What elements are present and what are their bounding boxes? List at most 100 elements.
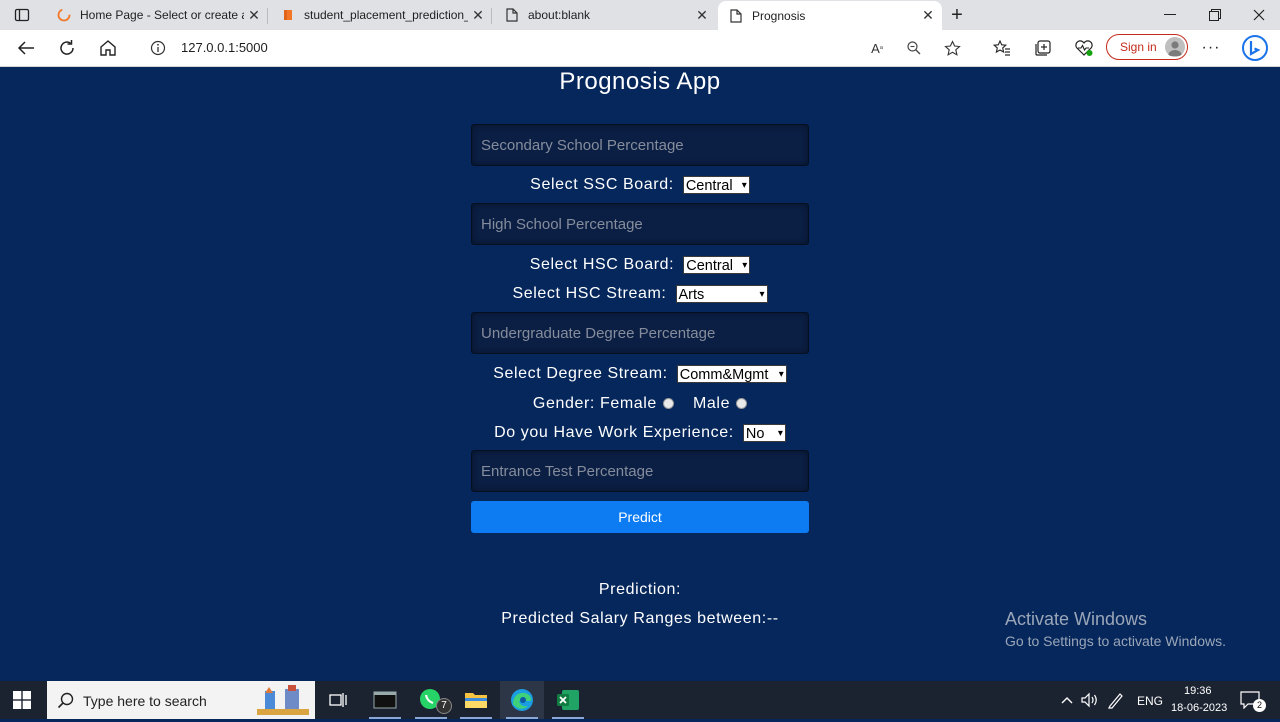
collections-button[interactable] (1029, 34, 1057, 62)
pen-button[interactable] (1105, 681, 1127, 719)
taskbar: Type here to search 7 ENG 19:36 18-06-20… (0, 681, 1280, 719)
clock-time[interactable]: 19:36 (1184, 685, 1212, 697)
plus-icon: + (951, 3, 963, 26)
task-view-icon (329, 693, 347, 707)
hsc-stream-label: Select HSC Stream: (512, 285, 667, 302)
tab-prognosis[interactable]: Prognosis ✕ (718, 1, 942, 30)
tab-notebook[interactable]: student_placement_prediction_fi ✕ (270, 1, 492, 29)
favorites-icon (993, 39, 1010, 56)
gender-female-label: Female (599, 395, 657, 412)
hsc-stream-row: Select HSC Stream: Arts ▾ (0, 283, 1280, 305)
sign-in-button[interactable]: Sign in (1106, 34, 1188, 60)
restore-icon (1209, 9, 1221, 21)
more-button[interactable]: ··· (1197, 34, 1225, 62)
favorite-star-icon[interactable] (943, 39, 961, 57)
new-tab-button[interactable]: + (943, 1, 971, 29)
more-icon: ··· (1201, 39, 1221, 56)
activate-windows-subtitle: Go to Settings to activate Windows. (1005, 633, 1226, 649)
ssc-board-label: Select SSC Board: (530, 176, 674, 193)
edge-browser-icon (511, 689, 533, 711)
windows-logo-icon (13, 691, 31, 709)
bing-chat-icon (1242, 35, 1268, 61)
url-text[interactable]: 127.0.0.1:5000 (181, 40, 268, 55)
terminal-icon (373, 691, 397, 709)
ssc-percentage-input[interactable] (471, 124, 809, 166)
favorites-button[interactable] (988, 34, 1016, 62)
close-icon[interactable]: ✕ (918, 7, 938, 24)
prediction-label: Prediction: (598, 581, 682, 598)
page-title: Prognosis App (559, 68, 721, 95)
restore-button[interactable] (1193, 0, 1237, 30)
hsc-stream-select[interactable]: Arts ▾ (675, 285, 768, 303)
jupyter-notebook-icon (280, 7, 296, 23)
taskbar-excel[interactable] (546, 681, 590, 719)
back-arrow-icon (17, 41, 34, 55)
performance-button[interactable] (1070, 34, 1098, 62)
close-icon[interactable]: ✕ (244, 7, 264, 24)
work-experience-label: Do you Have Work Experience: (494, 424, 734, 441)
task-view-button[interactable] (316, 681, 360, 719)
hsc-board-value: Central (686, 258, 734, 274)
start-button[interactable] (0, 681, 44, 719)
hsc-stream-value: Arts (678, 287, 705, 303)
gender-male-label: Male (692, 395, 731, 412)
close-window-button[interactable] (1237, 0, 1280, 30)
degree-stream-select[interactable]: Comm&Mgmt ▾ (676, 365, 787, 383)
page-icon (504, 7, 520, 23)
work-experience-row: Do you Have Work Experience: No ▾ (0, 422, 1280, 444)
degree-stream-row: Select Degree Stream: Comm&Mgmt ▾ (0, 363, 1280, 385)
folder-icon (465, 693, 487, 708)
pen-icon (1108, 693, 1123, 709)
close-icon[interactable]: ✕ (692, 7, 712, 24)
search-placeholder: Type here to search (83, 693, 207, 709)
hsc-percentage-input[interactable] (471, 203, 809, 245)
ssc-board-select[interactable]: Central ▾ (682, 176, 750, 194)
chevron-up-icon (1061, 697, 1073, 704)
chevron-down-icon: ▾ (742, 260, 748, 271)
refresh-icon (60, 40, 74, 55)
language-indicator[interactable]: ENG (1137, 694, 1163, 708)
tab-home-page[interactable]: Home Page - Select or create a n ✕ (46, 1, 268, 29)
refresh-button[interactable] (53, 34, 81, 62)
home-icon (100, 40, 116, 56)
tray-overflow-button[interactable] (1056, 681, 1078, 719)
degree-percentage-input[interactable] (471, 312, 809, 354)
read-aloud-icon[interactable]: Aᵃ (868, 39, 886, 57)
search-highlight-icon (255, 683, 311, 717)
tab-about-blank[interactable]: about:blank ✕ (494, 1, 716, 29)
ssc-board-row: Select SSC Board: Central ▾ (0, 174, 1280, 196)
url-box[interactable]: 127.0.0.1:5000 Aᵃ (134, 33, 974, 63)
collections-icon (1035, 40, 1051, 56)
whatsapp-badge: 7 (436, 698, 452, 714)
predict-button[interactable]: Predict (471, 501, 809, 533)
volume-icon (1081, 692, 1097, 708)
back-button[interactable] (12, 34, 40, 62)
gender-female-radio[interactable] (662, 397, 674, 409)
taskbar-search[interactable]: Type here to search (47, 681, 315, 719)
close-icon[interactable]: ✕ (468, 7, 488, 24)
ssc-board-value: Central (685, 178, 733, 194)
tab-actions-button[interactable] (8, 1, 36, 29)
tab-label: about:blank (528, 8, 591, 22)
notifications-button[interactable]: 2 (1232, 681, 1268, 719)
home-button[interactable] (94, 34, 122, 62)
taskbar-whatsapp[interactable]: 7 (409, 681, 453, 719)
gender-row: Gender: Female Male (0, 393, 1280, 415)
info-icon[interactable] (149, 39, 167, 57)
taskbar-terminal[interactable] (363, 681, 407, 719)
volume-button[interactable] (1079, 681, 1101, 719)
bing-button[interactable] (1239, 32, 1271, 64)
taskbar-edge[interactable] (500, 681, 544, 719)
zoom-icon[interactable] (905, 39, 923, 57)
address-bar: 127.0.0.1:5000 Aᵃ Sign in ··· (0, 30, 1280, 67)
hsc-board-select[interactable]: Central ▾ (683, 256, 751, 274)
gender-male-radio[interactable] (736, 397, 748, 409)
degree-stream-value: Comm&Mgmt (679, 367, 769, 383)
work-experience-select[interactable]: No ▾ (742, 424, 786, 442)
clock-date[interactable]: 18-06-2023 (1171, 702, 1227, 714)
degree-stream-label: Select Degree Stream: (493, 365, 668, 382)
tab-label: student_placement_prediction_fi (304, 8, 468, 22)
entrance-test-input[interactable] (471, 450, 809, 492)
taskbar-file-explorer[interactable] (454, 681, 498, 719)
minimize-button[interactable] (1148, 0, 1192, 30)
